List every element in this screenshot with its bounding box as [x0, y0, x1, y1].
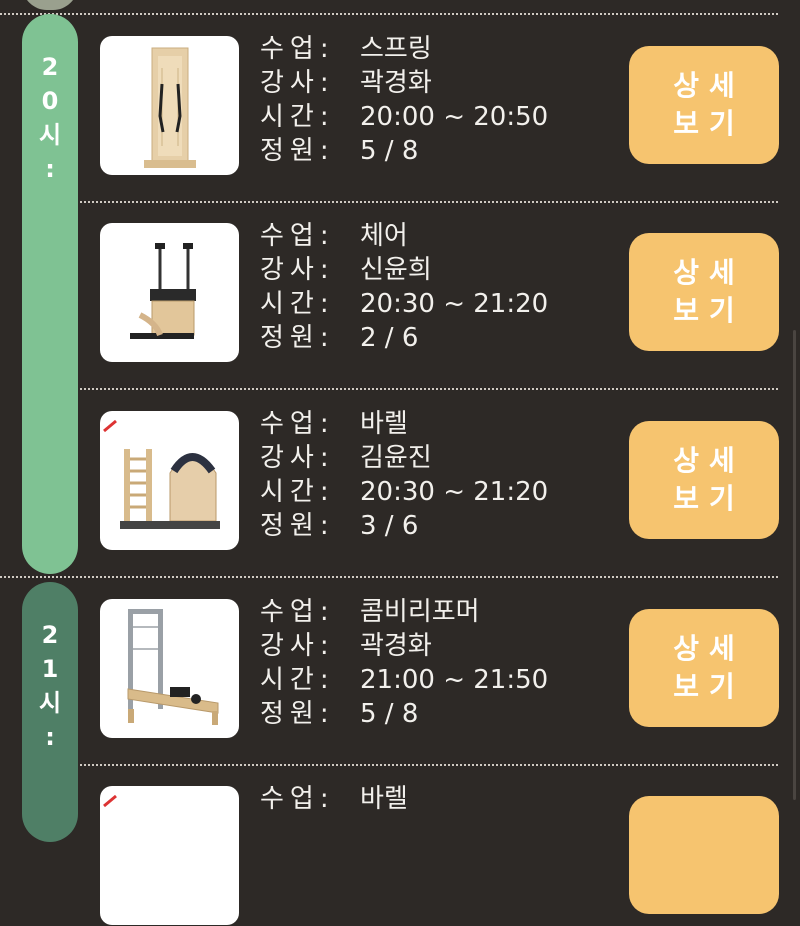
- divider: [80, 388, 778, 390]
- pilates-chair-icon: [100, 223, 239, 362]
- instructor-name: 곽경화: [360, 68, 432, 98]
- detail-button[interactable]: 상세 보기: [629, 609, 779, 727]
- class-time: 20:30 ~ 21:20: [360, 289, 549, 319]
- class-row: 수업: 스프링 강사: 곽경화 시간: 20:00 ~ 20:50 정원: 5 / 8 …: [100, 34, 780, 176]
- class-name: 콤비리포머: [360, 597, 480, 627]
- class-row: 수업: 체어 강사: 신윤희 시간: 20:30 ~ 21:20 정원: 2 / 6 상…: [100, 221, 780, 363]
- class-time: 21:00 ~ 21:50: [360, 665, 549, 695]
- hour-marker-20: 2 0 시 :: [22, 14, 78, 574]
- class-time: 20:30 ~ 21:20: [360, 477, 549, 507]
- detail-button[interactable]: 상세 보기: [629, 421, 779, 539]
- hour-marker-21: 2 1 시 :: [22, 582, 78, 842]
- divider: [80, 764, 778, 766]
- instructor-name: 김윤진: [360, 443, 432, 473]
- class-time: 20:00 ~ 20:50: [360, 102, 549, 132]
- class-name: 바렐: [360, 784, 408, 814]
- instructor-name: 곽경화: [360, 631, 432, 661]
- class-row: 수업: 콤비리포머 강사: 곽경화 시간: 21:00 ~ 21:50 정원: 5 / …: [100, 597, 780, 739]
- combo-reformer-icon: [100, 599, 239, 738]
- ladder-barrel-icon: [100, 411, 239, 550]
- detail-button[interactable]: 상세 보기: [629, 46, 779, 164]
- divider: [0, 13, 778, 15]
- class-row: 수업: 바렐: [100, 784, 780, 926]
- ladder-barrel-icon: [100, 786, 239, 925]
- detail-button[interactable]: [629, 796, 779, 914]
- class-capacity: 2 / 6: [360, 323, 419, 353]
- class-name: 스프링: [360, 34, 432, 64]
- class-row: 수업: 바렐 강사: 김윤진 시간: 20:30 ~ 21:20 정원: 3 / 6 상…: [100, 409, 780, 551]
- class-name: 바렐: [360, 409, 408, 439]
- divider: [0, 576, 778, 578]
- detail-button[interactable]: 상세 보기: [629, 233, 779, 351]
- spring-board-icon: [100, 36, 239, 175]
- hour-marker-previous: [22, 0, 78, 10]
- scrollbar[interactable]: [793, 330, 796, 800]
- class-capacity: 5 / 8: [360, 136, 419, 166]
- class-name: 체어: [360, 221, 408, 251]
- divider: [80, 201, 778, 203]
- instructor-name: 신윤희: [360, 255, 432, 285]
- class-capacity: 5 / 8: [360, 699, 419, 729]
- class-capacity: 3 / 6: [360, 511, 419, 541]
